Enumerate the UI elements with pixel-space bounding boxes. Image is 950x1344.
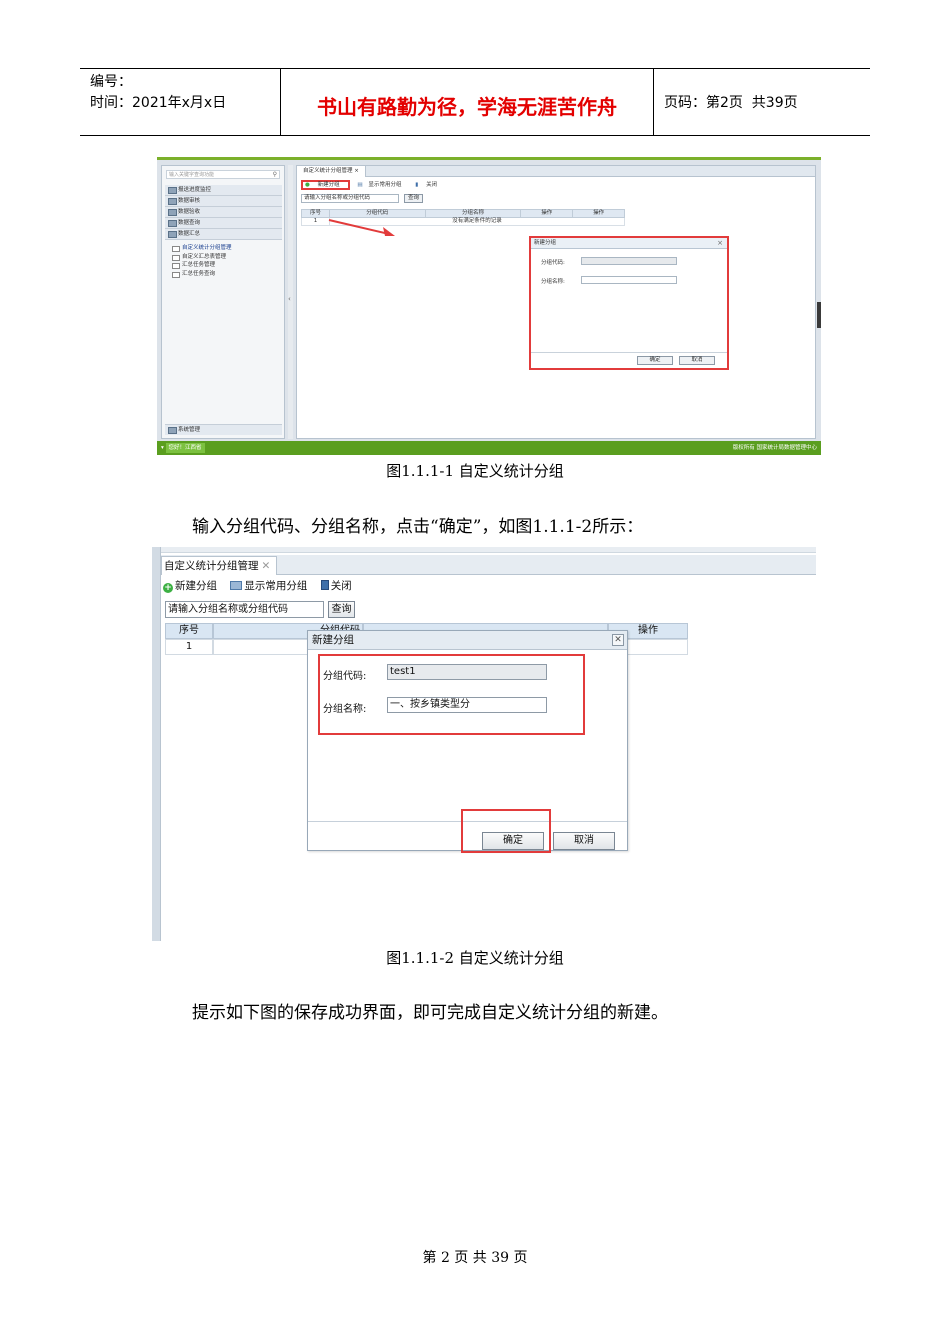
subnav-item-table-manage[interactable]: 自定义汇总表管理 bbox=[170, 253, 232, 262]
close-icon[interactable]: ✕ bbox=[612, 634, 624, 646]
dialog-name-label: 分组名称: bbox=[541, 279, 565, 285]
grid-cell-index: 1 bbox=[301, 217, 330, 226]
nav-submenu: 自定义统计分组管理 自定义汇总表管理 汇总任务管理 汇总任务查询 bbox=[170, 244, 232, 278]
annotation-arrow-icon bbox=[328, 219, 395, 236]
door-icon: ▮ bbox=[415, 182, 419, 188]
grid-header-row: 序号 分组代码 分组名称 操作 操作 bbox=[301, 209, 625, 218]
ok-button[interactable]: 确定 bbox=[637, 356, 673, 365]
close-icon[interactable]: × bbox=[354, 168, 359, 174]
filter-input[interactable]: 请输入分组名称或分组代码 bbox=[165, 601, 324, 618]
scrollbar-handle[interactable] bbox=[817, 302, 821, 328]
new-group-label: 新建分组 bbox=[175, 580, 217, 592]
screenshot-figure-2: 自定义统计分组管理 ✕ + 新建分组 显示常用分组 关闭 请输入分组名称或分组代码 … bbox=[152, 547, 816, 941]
page-footer: 第 2 页 共 39 页 bbox=[422, 1250, 528, 1266]
close-icon[interactable]: × bbox=[717, 239, 723, 247]
status-user: 您好！江西省 bbox=[165, 443, 205, 453]
nav-item-summary[interactable]: 数据汇总 bbox=[165, 229, 282, 240]
grid-col-action-2[interactable]: 操作 bbox=[572, 209, 625, 218]
figure-caption-1: 图1.1.1-1 自定义统计分组 bbox=[386, 462, 564, 480]
dialog-title: 新建分组 bbox=[531, 238, 727, 249]
query-button[interactable]: 查询 bbox=[404, 194, 424, 203]
dialog-code-label: 分组代码: bbox=[541, 260, 565, 266]
nav-search-placeholder: 输入关键字查询功能 bbox=[169, 172, 215, 178]
grid-col-code[interactable]: 分组代码 bbox=[328, 209, 426, 218]
tab-label: 自定义统计分组管理 bbox=[164, 560, 259, 572]
dialog-footer: 确定 取消 bbox=[531, 352, 727, 368]
status-bar: ▾ 您好！江西省 版权所有 国家统计局数据管理中心 bbox=[157, 441, 821, 455]
close-label: 关闭 bbox=[330, 580, 352, 592]
show-common-label: 显示常用分组 bbox=[368, 182, 402, 188]
tab-bar: 自定义统计分组管理 × bbox=[297, 166, 815, 177]
new-group-button[interactable]: + 新建分组 bbox=[163, 578, 217, 594]
table-row[interactable]: 1 bbox=[165, 639, 213, 655]
grid-col-action-1[interactable]: 操作 bbox=[520, 209, 574, 218]
highlight-box-fields bbox=[318, 654, 585, 735]
subnav-item-group-manage[interactable]: 自定义统计分组管理 bbox=[170, 244, 232, 253]
show-common-label: 显示常用分组 bbox=[244, 580, 308, 592]
cards-icon bbox=[230, 581, 243, 590]
new-group-button[interactable]: ● 新建分组 bbox=[301, 180, 350, 190]
grid-col-index[interactable]: 序号 bbox=[301, 209, 330, 218]
search-icon[interactable]: ⚲ bbox=[273, 171, 277, 179]
show-common-groups-button[interactable]: ▤ 显示常用分组 bbox=[357, 182, 407, 188]
tab-group-manage[interactable]: 自定义统计分组管理 ✕ bbox=[161, 556, 278, 575]
close-label: 关闭 bbox=[426, 182, 438, 188]
nav-item-audit[interactable]: 数据审核 bbox=[165, 196, 282, 207]
header-number: 编号： bbox=[90, 74, 132, 90]
highlight-box-ok bbox=[461, 809, 551, 853]
header-table: 编号： 时间：2021年x月x日 书山有路勤为径，学海无涯苦作舟 页码：第2页 … bbox=[80, 68, 870, 136]
close-button[interactable]: 关闭 bbox=[320, 578, 352, 594]
toolbar: + 新建分组 显示常用分组 关闭 bbox=[163, 578, 362, 594]
nav-menu: 报送进度监控 数据审核 数据验收 数据查询 数据汇总 bbox=[165, 185, 282, 240]
new-group-dialog: 新建分组 ✕ 分组代码: test1 分组名称: 一、按乡镇类型分 确定 取消 bbox=[307, 630, 628, 853]
nav-item-system[interactable]: 系统管理 bbox=[165, 424, 282, 435]
paragraph-instruction: 输入分组代码、分组名称，点击“确定”，如图1.1.1-2所示： bbox=[192, 517, 644, 537]
nav-item-progress[interactable]: 报送进度监控 bbox=[165, 185, 282, 196]
header-motto: 书山有路勤为径，学海无涯苦作舟 bbox=[281, 69, 654, 135]
toolbar: ● 新建分组 ▤ 显示常用分组 ▮ 关闭 bbox=[301, 180, 449, 190]
header-page-info: 页码：第2页 共39页 bbox=[664, 95, 798, 111]
header-meta-cell: 编号： 时间：2021年x月x日 bbox=[80, 69, 281, 135]
nav-item-acceptance[interactable]: 数据验收 bbox=[165, 207, 282, 218]
cancel-button[interactable]: 取消 bbox=[553, 832, 615, 850]
tab-group-manage[interactable]: 自定义统计分组管理 × bbox=[297, 166, 366, 177]
nav-item-query[interactable]: 数据查询 bbox=[165, 218, 282, 229]
group-code-field[interactable] bbox=[581, 257, 677, 265]
window-top-bar bbox=[152, 547, 816, 553]
nav-panel: 输入关键字查询功能 ⚲ 报送进度监控 数据审核 数据验收 数据查询 数据汇总 自… bbox=[161, 165, 285, 439]
screenshot-figure-1: 输入关键字查询功能 ⚲ 报送进度监控 数据审核 数据验收 数据查询 数据汇总 自… bbox=[157, 157, 821, 455]
filter-input[interactable]: 请输入分组名称或分组代码 bbox=[301, 194, 399, 203]
main-panel: 自定义统计分组管理 × ● 新建分组 ▤ 显示常用分组 ▮ 关闭 请输入分组名称或… bbox=[296, 165, 816, 439]
tab-bar: 自定义统计分组管理 ✕ bbox=[161, 555, 816, 575]
show-common-groups-button[interactable]: 显示常用分组 bbox=[230, 578, 307, 594]
dialog-title: 新建分组 bbox=[308, 631, 627, 650]
tab-label: 自定义统计分组管理 bbox=[303, 168, 353, 174]
cards-icon: ▤ bbox=[357, 182, 363, 188]
close-button[interactable]: ▮ 关闭 bbox=[415, 182, 443, 188]
panel-splitter[interactable] bbox=[288, 165, 293, 439]
paragraph-result: 提示如下图的保存成功界面，即可完成自定义统计分组的新建。 bbox=[192, 1003, 668, 1023]
nav-search-input[interactable]: 输入关键字查询功能 ⚲ bbox=[166, 170, 280, 179]
new-group-label: 新建分组 bbox=[317, 182, 340, 188]
query-button[interactable]: 查询 bbox=[328, 601, 355, 618]
grid-col-name[interactable]: 分组名称 bbox=[424, 209, 522, 218]
door-icon bbox=[320, 580, 329, 590]
subnav-item-task-manage[interactable]: 汇总任务管理 bbox=[170, 261, 232, 270]
status-left: ▾ 您好！江西省 bbox=[161, 441, 205, 455]
header-page-cell: 页码：第2页 共39页 bbox=[654, 69, 870, 135]
subnav-item-task-query[interactable]: 汇总任务查询 bbox=[170, 270, 232, 279]
collapsed-side-panel[interactable] bbox=[152, 547, 161, 941]
header-time: 时间：2021年x月x日 bbox=[90, 95, 227, 111]
plus-icon: ● bbox=[305, 182, 310, 188]
grid-col-index[interactable]: 序号 bbox=[165, 623, 213, 639]
close-icon[interactable]: ✕ bbox=[262, 560, 271, 572]
new-group-dialog: 新建分组 × 分组代码: 分组名称: 确定 取消 bbox=[529, 236, 729, 370]
status-copyright: 版权所有 国家统计局数据管理中心 bbox=[732, 445, 817, 451]
group-name-field[interactable] bbox=[581, 276, 677, 284]
plus-icon: + bbox=[163, 583, 173, 593]
cancel-button[interactable]: 取消 bbox=[679, 356, 715, 365]
figure-caption-2: 图1.1.1-2 自定义统计分组 bbox=[386, 949, 564, 967]
